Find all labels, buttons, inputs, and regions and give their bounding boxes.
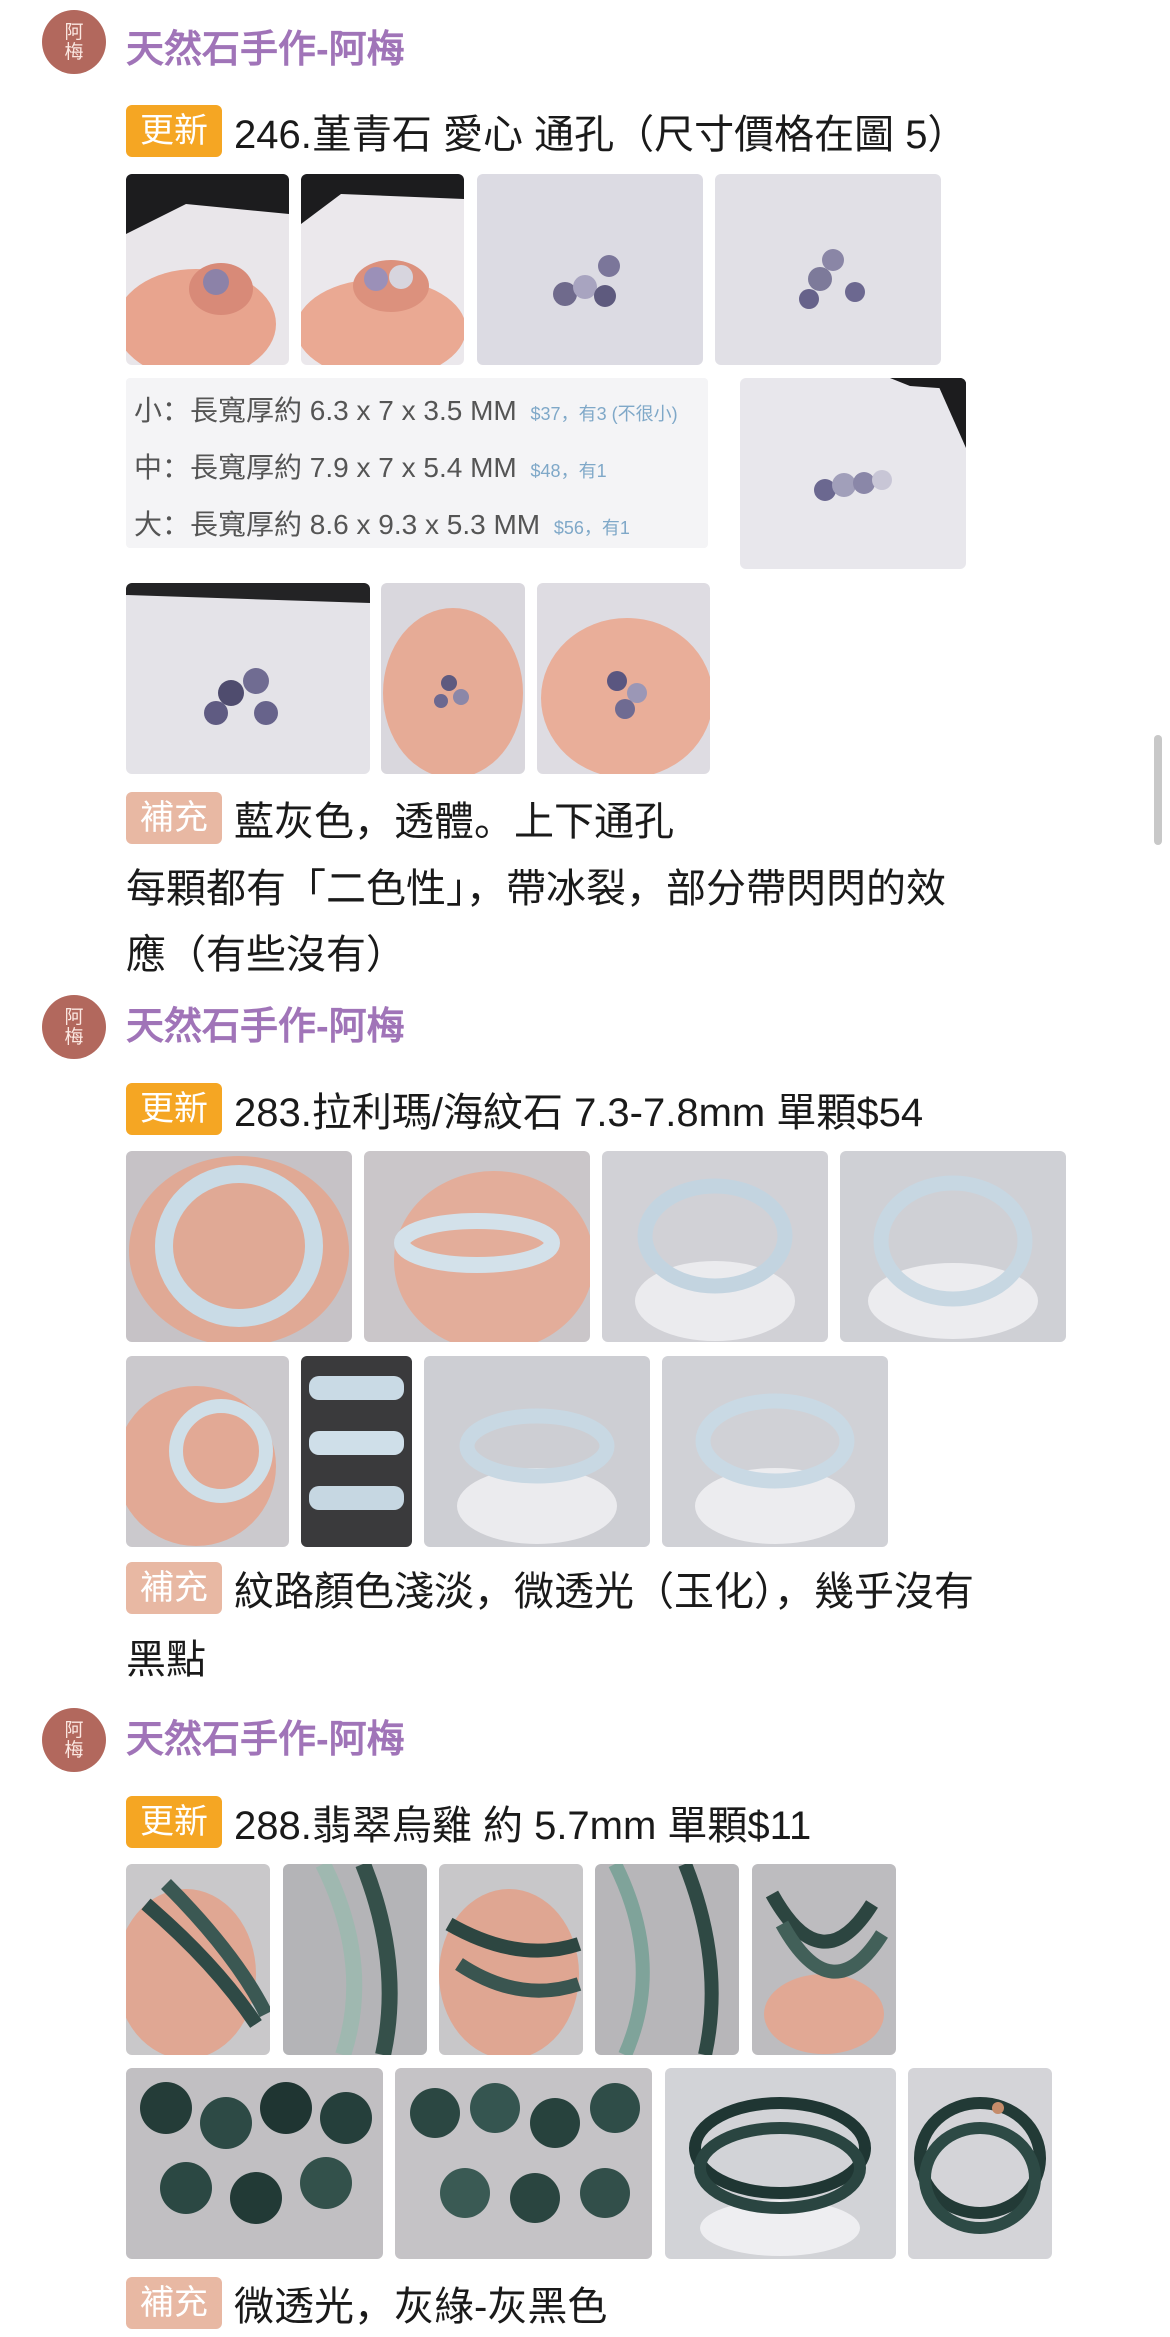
avatar-char-1: 阿 (64, 1719, 84, 1741)
product-photo[interactable] (908, 2068, 1052, 2259)
product-photo[interactable] (126, 1864, 270, 2055)
size-table[interactable]: 小：長寬厚約 6.3 x 7 x 3.5 MM $37，有3 (不很小) 中：長… (126, 378, 708, 548)
supplement-line: 補充 藍灰色，透體。上下通孔 (126, 789, 674, 847)
product-photo[interactable] (665, 2068, 896, 2259)
product-photo[interactable] (126, 1151, 352, 1342)
author-name[interactable]: 天然石手作-阿梅 (126, 1005, 405, 1049)
avatar[interactable]: 阿 梅 (42, 995, 106, 1059)
product-photo[interactable] (126, 174, 289, 365)
supplement-line: 補充 紋路顏色淺淡，微透光（玉化），幾乎沒有 (126, 1559, 974, 1617)
product-photo[interactable] (477, 174, 703, 365)
size-row: 大：長寬厚約 8.6 x 9.3 x 5.3 MM $56，有1 (134, 498, 700, 555)
supplement-line: 補充 微透光，灰綠-灰黑色 (126, 2274, 607, 2332)
product-photo[interactable] (595, 1864, 739, 2055)
product-photo[interactable] (602, 1151, 828, 1342)
supplement-text: 微透光，灰綠-灰黑色 (234, 2285, 608, 2329)
supplement-text: 藍灰色，透體。上下通孔 (234, 800, 674, 844)
post-title: 288.翡翠烏雞 約 5.7mm 單顆$11 (234, 1804, 812, 1848)
product-photo[interactable] (537, 583, 710, 774)
size-price: $48，有1 (530, 461, 607, 481)
post-title: 246.堇青石 愛心 通孔（尺寸價格在圖 5） (234, 113, 968, 157)
size-price: $37，有3 (不很小) (530, 404, 678, 424)
product-photo[interactable] (662, 1356, 888, 1547)
product-photo[interactable] (715, 174, 941, 365)
size-price: $56，有1 (553, 518, 630, 538)
size-label: 小：長寬厚約 6.3 x 7 x 3.5 MM (134, 395, 517, 426)
avatar[interactable]: 阿 梅 (42, 1708, 106, 1772)
post-title-line: 更新 246.堇青石 愛心 通孔（尺寸價格在圖 5） (126, 102, 967, 160)
product-photo[interactable] (126, 1356, 289, 1547)
avatar-char-2: 梅 (64, 1026, 84, 1048)
supplement-badge: 補充 (126, 2277, 222, 2329)
update-badge: 更新 (126, 1083, 222, 1135)
size-label: 大：長寬厚約 8.6 x 9.3 x 5.3 MM (134, 509, 541, 540)
supplement-badge: 補充 (126, 1562, 222, 1614)
avatar-char-1: 阿 (64, 21, 84, 43)
body-line: 應（有些沒有） (126, 933, 406, 977)
product-photo[interactable] (740, 378, 966, 569)
update-badge: 更新 (126, 105, 222, 157)
avatar[interactable]: 阿 梅 (42, 10, 106, 74)
update-badge: 更新 (126, 1796, 222, 1848)
author-name[interactable]: 天然石手作-阿梅 (126, 28, 405, 72)
supplement-text: 紋路顏色淺淡，微透光（玉化），幾乎沒有 (234, 1570, 974, 1614)
avatar-char-2: 梅 (64, 41, 84, 63)
post-title-line: 更新 283.拉利瑪/海紋石 7.3-7.8mm 單顆$54 (126, 1080, 923, 1138)
product-photo[interactable] (395, 2068, 652, 2259)
product-photo[interactable] (301, 174, 464, 365)
body-line: 每顆都有「二色性」，帶冰裂，部分帶閃閃的效 (126, 867, 946, 911)
product-photo[interactable] (283, 1864, 427, 2055)
post-body: 黑點 (126, 1627, 206, 1693)
supplement-badge: 補充 (126, 792, 222, 844)
product-photo[interactable] (439, 1864, 583, 2055)
body-line: 黑點 (126, 1638, 206, 1682)
post-title-line: 更新 288.翡翠烏雞 約 5.7mm 單顆$11 (126, 1793, 811, 1851)
author-name[interactable]: 天然石手作-阿梅 (126, 1718, 405, 1762)
avatar-char-1: 阿 (64, 1006, 84, 1028)
scrollbar[interactable] (1154, 735, 1162, 845)
product-photo[interactable] (840, 1151, 1066, 1342)
size-row: 中：長寬厚約 7.9 x 7 x 5.4 MM $48，有1 (134, 441, 700, 498)
size-row: 小：長寬厚約 6.3 x 7 x 3.5 MM $37，有3 (不很小) (134, 384, 700, 441)
size-label: 中：長寬厚約 7.9 x 7 x 5.4 MM (134, 452, 517, 483)
post-body: 每顆都有「二色性」，帶冰裂，部分帶閃閃的效 應（有些沒有） (126, 856, 946, 988)
product-photo[interactable] (381, 583, 525, 774)
product-photo[interactable] (752, 1864, 896, 2055)
product-photo[interactable] (301, 1356, 412, 1547)
post-title: 283.拉利瑪/海紋石 7.3-7.8mm 單顆$54 (234, 1091, 924, 1135)
avatar-char-2: 梅 (64, 1739, 84, 1761)
product-photo[interactable] (126, 2068, 383, 2259)
product-photo[interactable] (126, 583, 370, 774)
product-photo[interactable] (364, 1151, 590, 1342)
product-photo[interactable] (424, 1356, 650, 1547)
